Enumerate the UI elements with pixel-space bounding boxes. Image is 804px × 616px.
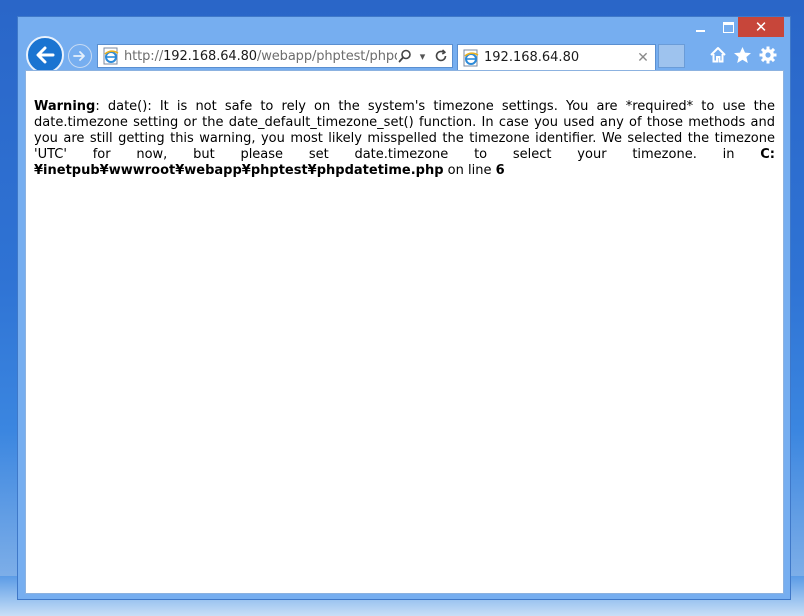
close-icon: ✕ — [754, 18, 768, 36]
browser-window: ✕ http://192.168.64.80/webapp/phptest/ph… — [17, 16, 791, 600]
url-prefix: http:// — [124, 48, 164, 64]
close-tab-icon: ✕ — [637, 49, 649, 66]
url-host: 192.168.64.80 — [163, 48, 257, 64]
url-path: /webapp/phptest/phpdatet — [256, 48, 397, 64]
warning-on-line: on line — [443, 163, 496, 178]
refresh-icon — [435, 49, 446, 62]
home-button[interactable] — [708, 45, 727, 64]
page-content: Warning: date(): It is not safe to rely … — [25, 70, 784, 594]
address-bar[interactable]: http://192.168.64.80/webapp/phptest/phpd… — [97, 44, 453, 68]
tab-close-button[interactable]: ✕ — [635, 50, 651, 66]
favorites-button[interactable] — [733, 45, 752, 64]
search-button[interactable] — [397, 49, 412, 64]
minimize-button[interactable] — [686, 17, 714, 37]
minimize-icon — [695, 30, 705, 32]
refresh-button[interactable] — [433, 49, 448, 64]
forward-arrow-icon — [73, 51, 85, 61]
gear-icon — [759, 46, 776, 63]
settings-button[interactable] — [758, 45, 777, 64]
back-arrow-icon — [36, 46, 55, 64]
warning-line-number: 6 — [495, 163, 505, 178]
address-dropdown-button[interactable]: ▾ — [415, 49, 430, 64]
php-warning: Warning: date(): It is not safe to rely … — [34, 99, 775, 179]
chevron-down-icon: ▾ — [419, 49, 426, 63]
tab-title: 192.168.64.80 — [484, 50, 580, 65]
new-tab-button[interactable] — [658, 44, 685, 68]
home-icon — [709, 47, 726, 63]
star-icon — [734, 46, 751, 63]
ie-page-icon — [103, 47, 119, 65]
close-window-button[interactable]: ✕ — [738, 17, 784, 37]
warning-message: : date(): It is not safe to rely on the … — [34, 99, 775, 162]
warning-label: Warning — [34, 99, 96, 114]
tab-active[interactable]: 192.168.64.80 ✕ — [457, 44, 656, 70]
back-button[interactable] — [26, 36, 64, 74]
url-text[interactable]: http://192.168.64.80/webapp/phptest/phpd… — [124, 49, 397, 64]
forward-button[interactable] — [68, 44, 92, 68]
tab-page-icon — [463, 49, 479, 66]
maximize-icon — [722, 21, 734, 33]
search-icon — [398, 49, 411, 63]
